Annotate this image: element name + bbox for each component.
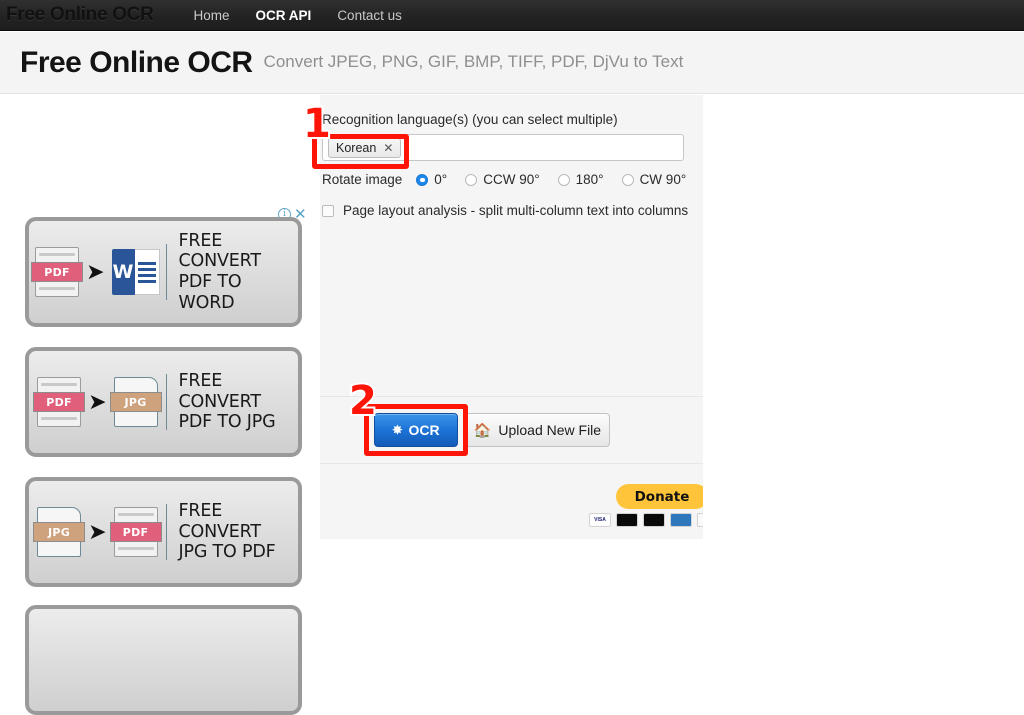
pdf-label: PDF [33, 392, 86, 412]
right-ad-column: i ✕ PDF FREE EDIT PDF PDF ➤ [703, 95, 1024, 539]
ocr-button[interactable]: ✸ OCR [374, 413, 458, 447]
language-tag-remove-icon[interactable]: ✕ [383, 141, 393, 155]
ad-tile-pdf-to-word[interactable]: PDF ➤ W FREE CONVERT PDF TO WORD [25, 217, 302, 327]
ad-tile-jpg-to-pdf[interactable]: JPG ➤ PDF FREE CONVERT JPG TO PDF [25, 477, 302, 587]
ad-tile-partial[interactable] [25, 605, 302, 715]
pdf-label: PDF [31, 262, 84, 282]
home-icon: 🏠 [473, 421, 492, 438]
radio-rotate-ccw90[interactable]: CCW 90° [465, 172, 540, 187]
recognition-language-label: Recognition language(s) (you can select … [322, 112, 618, 127]
jpg-file-icon: JPG [33, 507, 86, 557]
upload-button-label: Upload New File [498, 422, 602, 438]
ad-tile-pdf-to-jpg[interactable]: PDF ➤ JPG FREE CONVERT PDF TO JPG [25, 347, 302, 457]
radio-rotate-0[interactable]: 0° [416, 172, 447, 187]
jpg-file-icon: JPG [109, 377, 162, 427]
ad-line-2: PDF TO WORD [178, 272, 242, 313]
ad-line-1: FREE CONVERT [178, 371, 261, 412]
mastercard-card-icon [616, 513, 638, 527]
ad-art-jpg-to-pdf: JPG ➤ PDF [29, 507, 166, 557]
visa-card-icon: VISA [589, 513, 611, 527]
radio-dot-icon[interactable] [465, 173, 478, 186]
page-subtitle: Convert JPEG, PNG, GIF, BMP, TIFF, PDF, … [263, 51, 684, 71]
page-layout-label: Page layout analysis - split multi-colum… [343, 203, 689, 218]
radio-dot-icon[interactable] [416, 173, 429, 186]
language-tag-korean[interactable]: Korean ✕ [328, 137, 402, 158]
divider [165, 244, 167, 300]
site-brand: Free Online OCR [6, 4, 154, 25]
word-file-icon: W [111, 249, 160, 295]
arrow-right-icon: ➤ [88, 519, 107, 544]
ad-text-pdf-to-jpg: FREE CONVERT PDF TO JPG [179, 371, 298, 433]
arrow-right-icon: ➤ [88, 389, 107, 414]
ad-art-pdf-to-word: PDF ➤ W [29, 247, 166, 297]
rotate-image-row: Rotate image 0° CCW 90° 180° CW 90° [322, 172, 704, 187]
pdf-file-icon: PDF [109, 507, 162, 557]
ad-line-2: PDF TO JPG [178, 412, 276, 433]
donate-button-label: Donate [634, 488, 690, 505]
ad-line-1: FREE CONVERT [178, 501, 261, 542]
ocr-button-label: OCR [408, 422, 440, 438]
nav-link-home[interactable]: Home [194, 8, 230, 23]
radio-label: CCW 90° [483, 172, 540, 187]
upload-new-file-button[interactable]: 🏠 Upload New File [465, 413, 610, 447]
pdf-file-icon: PDF [31, 247, 84, 297]
ad-text-pdf-to-word: FREE CONVERT PDF TO WORD [179, 231, 298, 314]
pdf-label: PDF [109, 522, 162, 542]
nav-link-ocr-api[interactable]: OCR API [256, 8, 312, 23]
radio-dot-icon[interactable] [557, 173, 570, 186]
language-selector[interactable]: Korean ✕ [322, 134, 684, 161]
donate-button[interactable]: Donate [616, 484, 708, 509]
jpg-label: JPG [33, 522, 86, 542]
ad-line-1: FREE CONVERT [178, 230, 261, 272]
radio-rotate-180[interactable]: 180° [557, 172, 604, 187]
page-layout-checkbox[interactable] [322, 204, 334, 217]
language-tag-label: Korean [336, 140, 377, 155]
pdf-file-icon: PDF [33, 377, 86, 427]
radio-label: 180° [575, 172, 604, 187]
amex-card-icon [670, 513, 692, 527]
gear-icon: ✸ [392, 423, 403, 437]
page-title: Free Online OCR [20, 45, 253, 79]
top-navigation-bar: Free Online OCR Home OCR API Contact us [0, 0, 1024, 31]
ad-line-2: JPG TO PDF [178, 542, 276, 563]
maestro-card-icon [643, 513, 665, 527]
ad-art-pdf-to-jpg: PDF ➤ JPG [29, 377, 166, 427]
divider [165, 504, 167, 560]
left-ad-column: i ✕ PDF ➤ W FREE CONVERT PDF TO WORD PDF… [0, 95, 320, 715]
ocr-form-panel [320, 95, 703, 539]
arrow-right-icon: ➤ [86, 259, 105, 284]
radio-label: 0° [434, 172, 448, 187]
ad-text-jpg-to-pdf: FREE CONVERT JPG TO PDF [179, 501, 298, 563]
radio-dot-icon[interactable] [621, 173, 634, 186]
nav-link-contact-us[interactable]: Contact us [337, 8, 402, 23]
jpg-label: JPG [109, 392, 162, 412]
radio-label: CW 90° [639, 172, 687, 187]
radio-rotate-cw90[interactable]: CW 90° [621, 172, 687, 187]
page-header: Free Online OCR Convert JPEG, PNG, GIF, … [0, 32, 1024, 94]
page-layout-analysis-row[interactable]: Page layout analysis - split multi-colum… [322, 203, 688, 218]
divider [165, 374, 167, 430]
rotate-image-label: Rotate image [322, 172, 403, 187]
